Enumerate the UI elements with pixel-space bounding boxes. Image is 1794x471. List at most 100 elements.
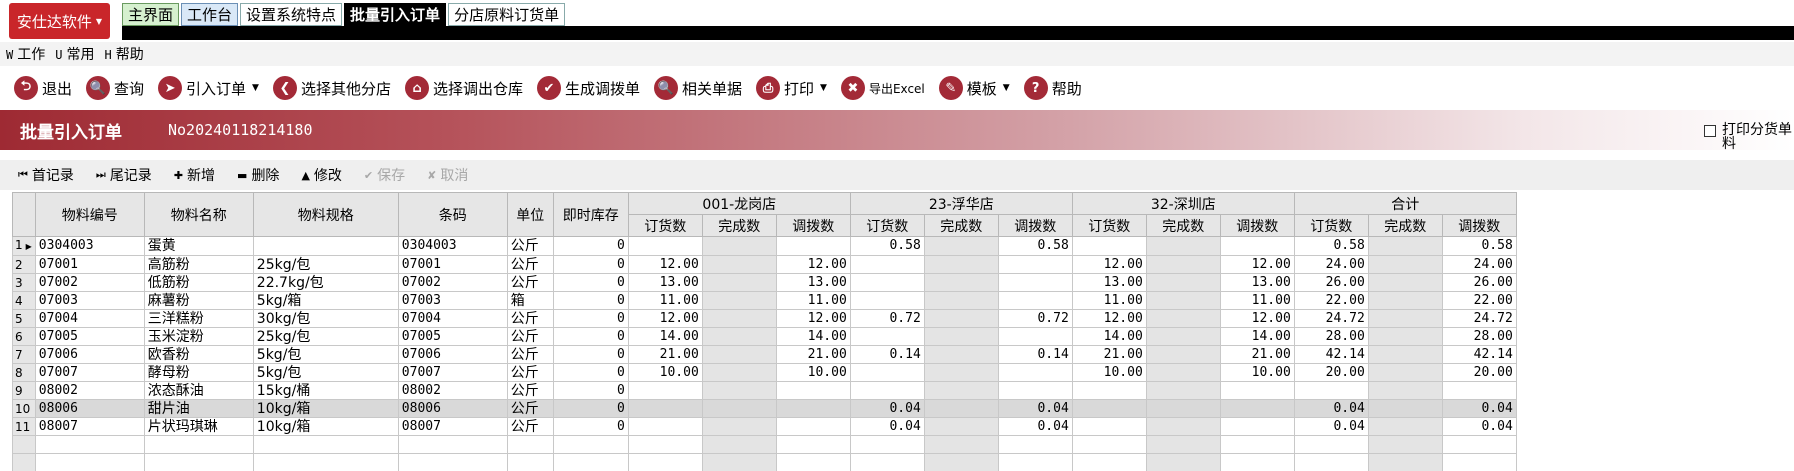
cell-order-qty[interactable]: 14.00: [627, 327, 703, 346]
menu-item-1[interactable]: U 常用: [55, 44, 94, 64]
cell-done-qty[interactable]: [923, 417, 999, 436]
empty-cell[interactable]: [997, 453, 1073, 471]
cell-barcode[interactable]: 07006: [397, 345, 508, 364]
cell-order-qty[interactable]: 0.14: [849, 345, 925, 364]
cell-transfer-qty[interactable]: [1219, 381, 1295, 400]
cell-name[interactable]: 三洋糕粉: [143, 309, 254, 328]
cell-done-qty[interactable]: [1145, 345, 1221, 364]
cell-spec[interactable]: 10kg/箱: [252, 399, 399, 418]
cell-transfer-qty[interactable]: 13.00: [775, 273, 851, 292]
cell-order-qty[interactable]: 24.00: [1293, 255, 1369, 274]
cell-done-qty[interactable]: [1145, 291, 1221, 310]
cell-done-qty[interactable]: [1145, 273, 1221, 292]
table-row[interactable]: 3 07002 低筋粉 22.7kg/包 07002 公斤 0 13.00 13.00 13.00…: [12, 273, 1517, 292]
record-button-1[interactable]: ⏭ 尾记录: [96, 165, 152, 185]
cell-spec[interactable]: 25kg/包: [252, 327, 399, 346]
empty-cell[interactable]: [701, 435, 777, 454]
cell-transfer-qty[interactable]: 10.00: [775, 363, 851, 382]
cell-unit[interactable]: 公斤: [506, 381, 554, 400]
cell-order-qty[interactable]: [1293, 381, 1369, 400]
cell-code[interactable]: 08007: [34, 417, 145, 436]
cell-name[interactable]: 酵母粉: [143, 363, 254, 382]
empty-cell[interactable]: [397, 453, 508, 471]
cell-done-qty[interactable]: [923, 309, 999, 328]
cell-done-qty[interactable]: [701, 363, 777, 382]
cell-code[interactable]: 07005: [34, 327, 145, 346]
menu-item-0[interactable]: W 工作: [6, 44, 45, 64]
chevron-down-icon[interactable]: ▼: [1003, 83, 1010, 93]
record-button-0[interactable]: ⏮ 首记录: [18, 165, 74, 185]
cell-order-qty[interactable]: 0.04: [1293, 399, 1369, 418]
tab-4[interactable]: 分店原料订货单: [448, 3, 566, 26]
cell-done-qty[interactable]: [701, 327, 777, 346]
cell-done-qty[interactable]: [1367, 273, 1443, 292]
cell-code[interactable]: 07001: [34, 255, 145, 274]
cell-name[interactable]: 甜片油: [143, 399, 254, 418]
cell-order-qty[interactable]: [849, 381, 925, 400]
cell-done-qty[interactable]: [1145, 255, 1221, 274]
cell-transfer-qty[interactable]: 12.00: [775, 255, 851, 274]
cell-order-qty[interactable]: 13.00: [627, 273, 703, 292]
cell-order-qty[interactable]: [627, 417, 703, 436]
empty-cell[interactable]: [506, 435, 554, 454]
toolbar-button-1[interactable]: 🔍 查询: [86, 76, 144, 100]
cell-unit[interactable]: 公斤: [506, 255, 554, 274]
empty-cell[interactable]: [552, 435, 629, 454]
cell-barcode[interactable]: 07007: [397, 363, 508, 382]
empty-cell[interactable]: [775, 453, 851, 471]
cell-transfer-qty[interactable]: [997, 327, 1073, 346]
cell-transfer-qty[interactable]: 0.58: [1441, 236, 1517, 256]
toolbar-button-0[interactable]: ⮌ 退出: [14, 76, 72, 100]
empty-cell[interactable]: [1293, 453, 1369, 471]
table-row[interactable]: 9 08002 浓态酥油 15kg/桶 08002 公斤 0: [12, 381, 1517, 400]
column-header[interactable]: 调拨数: [775, 214, 851, 237]
cell-order-qty[interactable]: [849, 273, 925, 292]
table-row[interactable]: 6 07005 玉米淀粉 25kg/包 07005 公斤 0 14.00 14.00 14.00 1…: [12, 327, 1517, 346]
cell-done-qty[interactable]: [1367, 255, 1443, 274]
cell-transfer-qty[interactable]: 21.00: [1219, 345, 1295, 364]
cell-done-qty[interactable]: [923, 363, 999, 382]
cell-transfer-qty[interactable]: 24.72: [1441, 309, 1517, 328]
cell-transfer-qty[interactable]: 12.00: [1219, 309, 1295, 328]
cell-unit[interactable]: 公斤: [506, 309, 554, 328]
menu-item-2[interactable]: H 帮助: [104, 44, 143, 64]
chevron-down-icon[interactable]: ▼: [252, 83, 259, 93]
column-header[interactable]: 订货数: [849, 214, 925, 237]
cell-order-qty[interactable]: 21.00: [627, 345, 703, 364]
cell-done-qty[interactable]: [1367, 236, 1443, 256]
cell-barcode[interactable]: 08002: [397, 381, 508, 400]
cell-unit[interactable]: 公斤: [506, 327, 554, 346]
empty-cell[interactable]: [1441, 435, 1517, 454]
cell-transfer-qty[interactable]: 0.72: [997, 309, 1073, 328]
empty-cell[interactable]: [1219, 435, 1295, 454]
cell-spec[interactable]: 5kg/箱: [252, 291, 399, 310]
cell-done-qty[interactable]: [923, 273, 999, 292]
cell-done-qty[interactable]: [1145, 399, 1221, 418]
toolbar-button-5[interactable]: ✔ 生成调拨单: [537, 76, 640, 100]
column-header[interactable]: 物料名称: [143, 192, 254, 237]
empty-cell[interactable]: [997, 435, 1073, 454]
cell-order-qty[interactable]: 0.58: [1293, 236, 1369, 256]
cell-done-qty[interactable]: [701, 345, 777, 364]
column-header[interactable]: 完成数: [1367, 214, 1443, 237]
cell-transfer-qty[interactable]: 42.14: [1441, 345, 1517, 364]
cell-transfer-qty[interactable]: 14.00: [1219, 327, 1295, 346]
cell-unit[interactable]: 箱: [506, 291, 554, 310]
cell-unit[interactable]: 公斤: [506, 345, 554, 364]
cell-done-qty[interactable]: [1145, 417, 1221, 436]
cell-transfer-qty[interactable]: 22.00: [1441, 291, 1517, 310]
cell-name[interactable]: 麻薯粉: [143, 291, 254, 310]
empty-cell[interactable]: [143, 453, 254, 471]
table-row[interactable]: 1 ▶ 0304003 蛋黄 0304003 公斤 0 0.58 0.58 0.58 0.58: [12, 236, 1517, 256]
tab-0[interactable]: 主界面: [122, 3, 180, 26]
record-button-2[interactable]: ✚ 新增: [174, 165, 215, 185]
cell-barcode[interactable]: 07003: [397, 291, 508, 310]
empty-cell[interactable]: [923, 453, 999, 471]
cell-unit[interactable]: 公斤: [506, 399, 554, 418]
column-header[interactable]: 调拨数: [1219, 214, 1295, 237]
empty-row[interactable]: [12, 453, 1517, 471]
cell-spec[interactable]: 25kg/包: [252, 255, 399, 274]
empty-cell[interactable]: [252, 453, 399, 471]
column-header[interactable]: 物料编号: [34, 192, 145, 237]
column-header[interactable]: 完成数: [1145, 214, 1221, 237]
